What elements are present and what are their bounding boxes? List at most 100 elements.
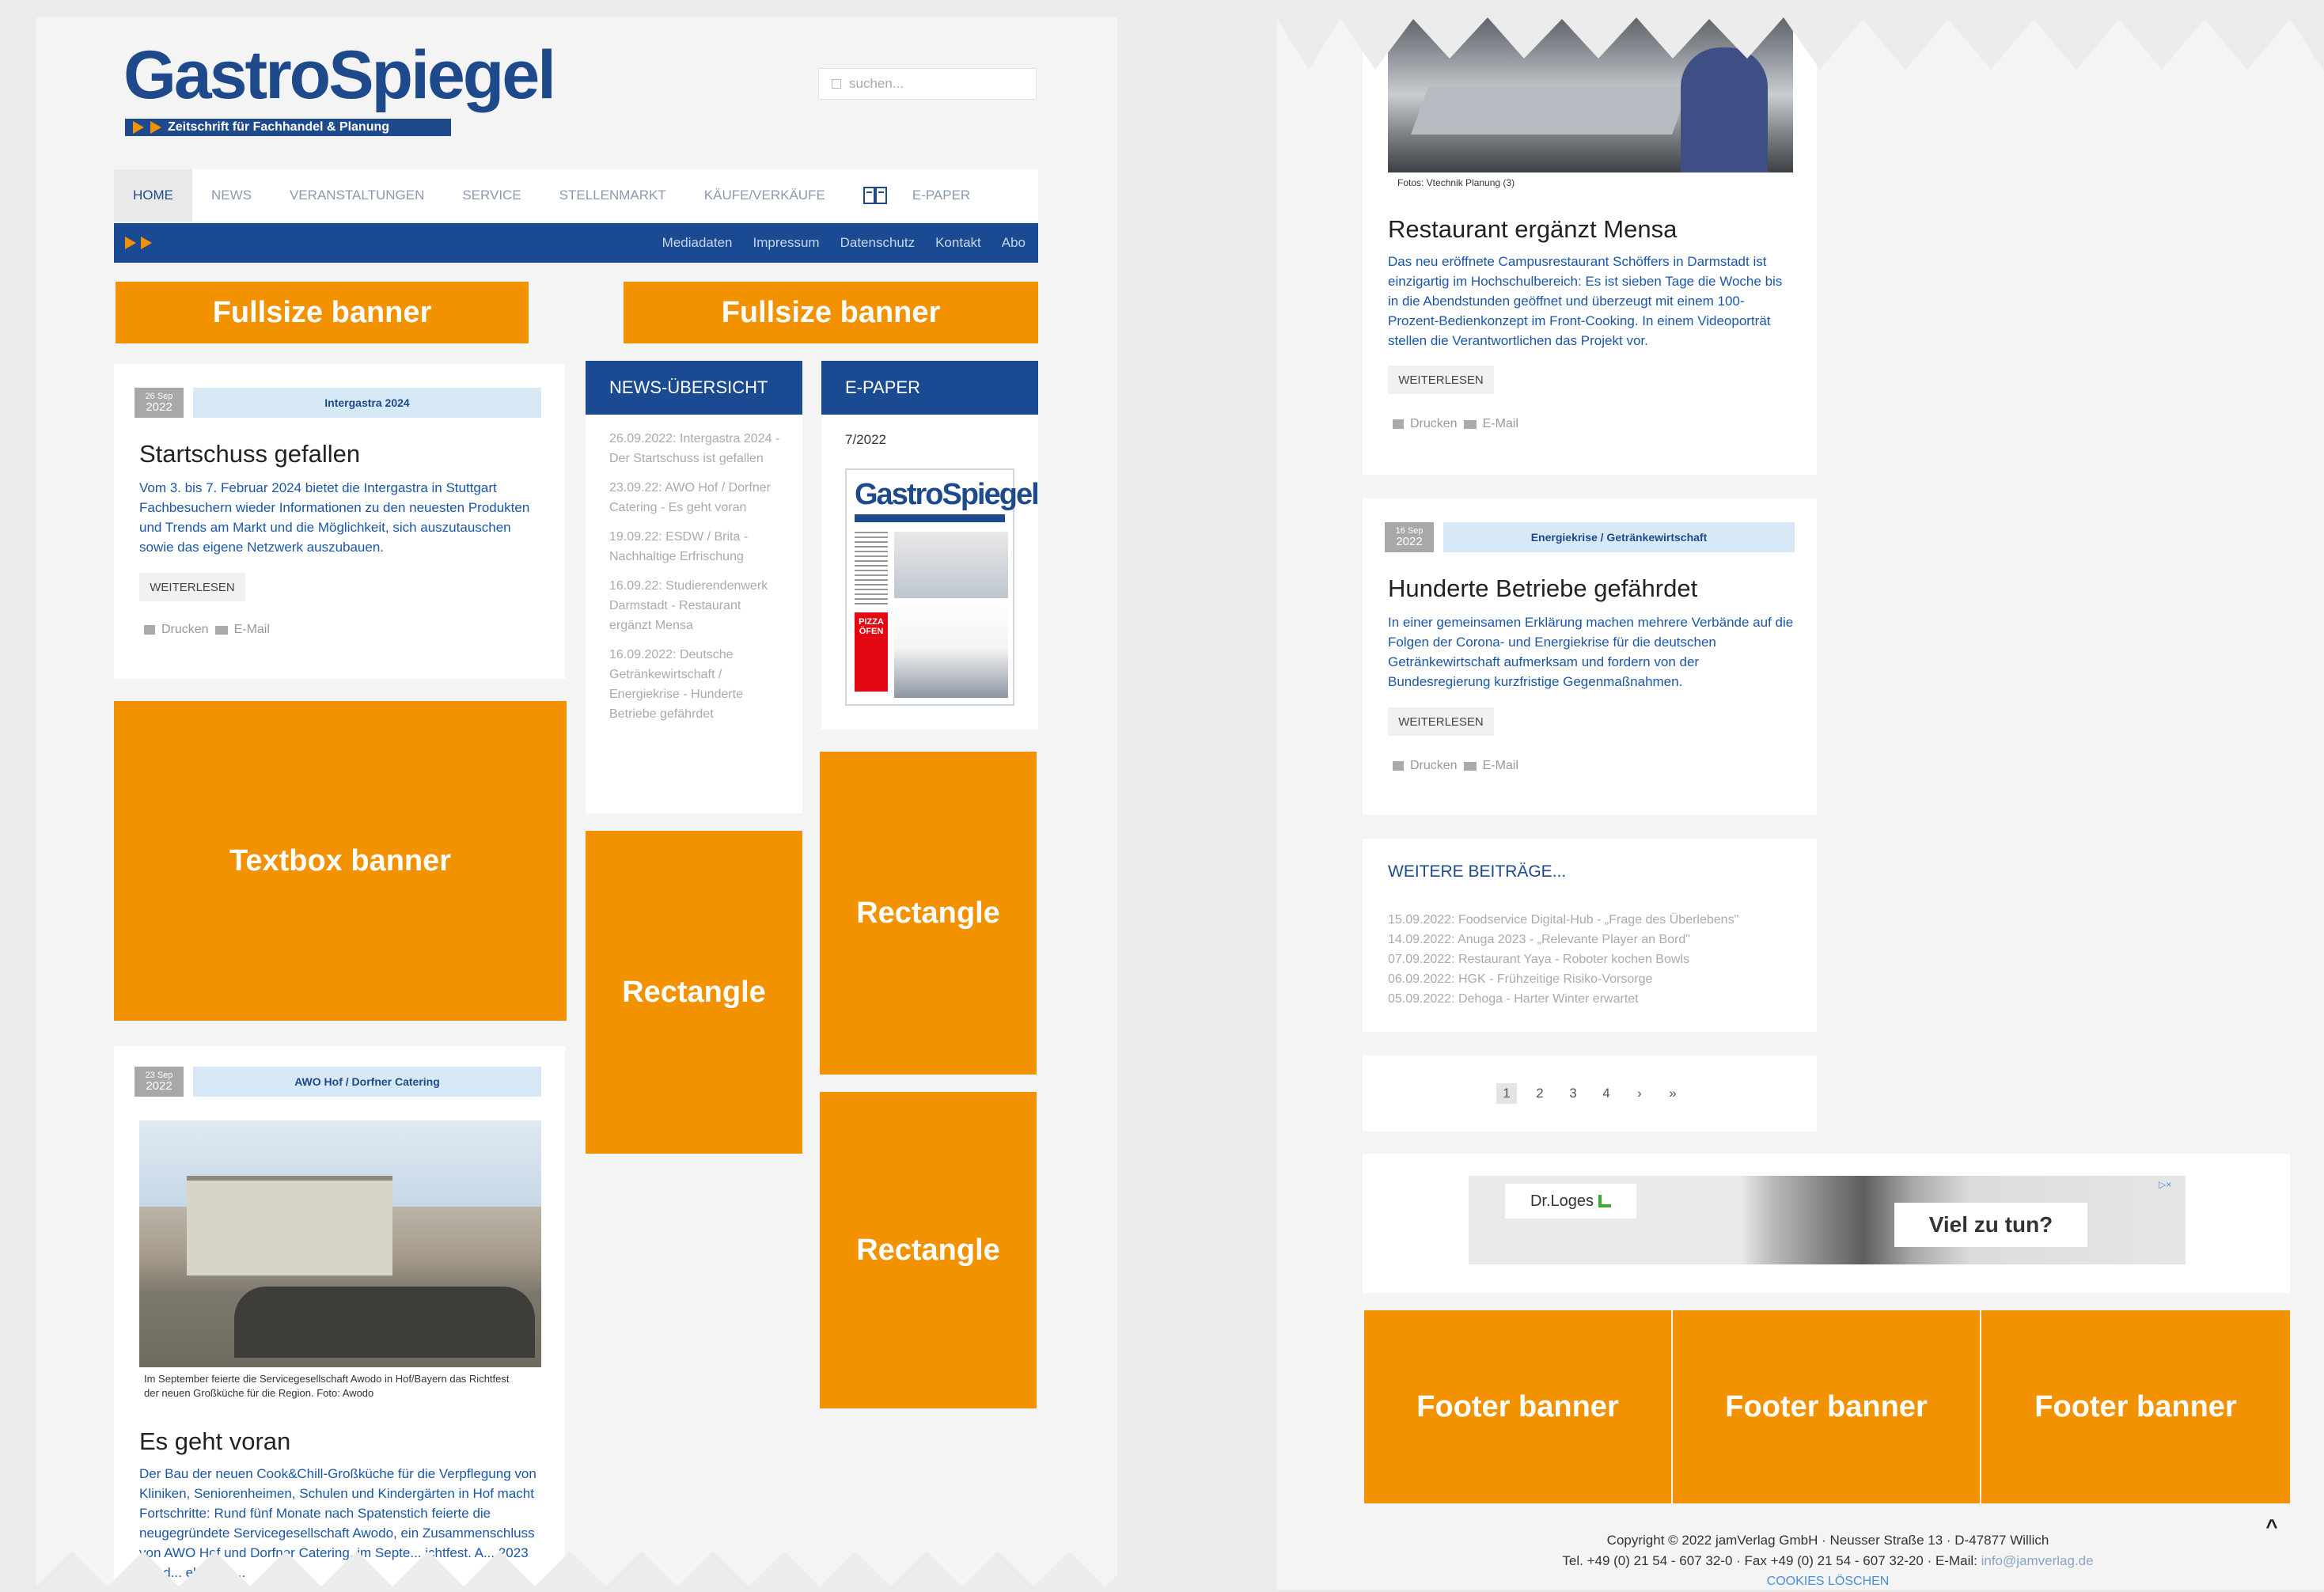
mail-icon: [1463, 761, 1477, 771]
ad-headline: Viel zu tun?: [1894, 1203, 2087, 1247]
more-post-link[interactable]: 14.09.2022: Anuga 2023 - „Relevante Play…: [1388, 930, 1799, 950]
news-overview-title: NEWS-ÜBERSICHT: [586, 361, 802, 415]
article-category[interactable]: Energiekrise / Getränkewirtschaft: [1443, 522, 1795, 552]
fullsize-banner[interactable]: Fullsize banner: [116, 282, 529, 343]
nav-home[interactable]: HOME: [114, 169, 192, 222]
print-icon: [1393, 761, 1404, 771]
article-teaser: Das neu eröffnete Campusrestaurant Schöf…: [1388, 254, 1783, 348]
epaper-title: E-PAPER: [821, 361, 1038, 415]
nav-news[interactable]: NEWS: [192, 188, 271, 203]
email-link[interactable]: E-Mail: [1483, 759, 1518, 773]
footer-banner[interactable]: Footer banner: [1673, 1310, 1980, 1503]
rectangle-banner[interactable]: Rectangle: [586, 831, 802, 1154]
more-post-link[interactable]: 05.09.2022: Dehoga - Harter Winter erwar…: [1388, 989, 1799, 1009]
email-link[interactable]: E-Mail: [234, 623, 270, 637]
footer-email-link[interactable]: info@jamverlag.de: [1981, 1553, 2094, 1568]
more-post-link[interactable]: 06.09.2022: HGK - Frühzeitige Risiko-Vor…: [1388, 969, 1799, 989]
mail-icon: [214, 625, 228, 635]
article-title[interactable]: Es geht voran: [139, 1427, 551, 1459]
nav-stellenmarkt[interactable]: STELLENMARKT: [540, 188, 685, 203]
more-posts-title: WEITERE BEITRÄGE...: [1388, 862, 1567, 881]
subnav-mediadaten[interactable]: Mediadaten: [652, 235, 743, 251]
subnav-datenschutz[interactable]: Datenschutz: [830, 235, 926, 251]
rectangle-banner[interactable]: Rectangle: [820, 1092, 1037, 1408]
article-teaser: Vom 3. bis 7. Februar 2024 bietet die In…: [139, 480, 530, 555]
page-next[interactable]: ›: [1629, 1083, 1650, 1104]
nav-epaper[interactable]: E-PAPER: [844, 185, 1008, 206]
print-link[interactable]: Drucken: [1410, 417, 1458, 431]
image-caption: Im September feierte die Servicegesellsc…: [144, 1373, 510, 1399]
article-tools: Drucken E-Mail: [144, 620, 350, 639]
nav-service[interactable]: SERVICE: [443, 188, 540, 203]
ad-choices-icon[interactable]: ▷×: [2159, 1179, 2181, 1190]
brand-mark-icon: [1598, 1195, 1612, 1207]
back-to-top-button[interactable]: ^: [2260, 1514, 2284, 1538]
tagline-text: Zeitschrift für Fachhandel & Planung: [168, 120, 390, 134]
rectangle-banner[interactable]: Rectangle: [820, 752, 1037, 1075]
search-icon: [832, 79, 841, 89]
site-logo[interactable]: GastroSpiegel: [123, 41, 556, 114]
print-link[interactable]: Drucken: [1410, 759, 1458, 773]
cover-image: [894, 532, 1008, 698]
news-link[interactable]: 23.09.22: AWO Hof / Dorfner Catering - E…: [609, 478, 780, 517]
news-link[interactable]: 16.09.2022: Deutsche Getränkewirtschaft …: [609, 645, 780, 724]
building-shape: [187, 1176, 392, 1275]
ad-banner[interactable]: Dr.Loges Viel zu tun? ▷×: [1469, 1176, 2186, 1264]
mail-icon: [1463, 419, 1477, 429]
more-post-link[interactable]: 07.09.2022: Restaurant Yaya - Roboter ko…: [1388, 950, 1799, 969]
arrow-icon: [133, 121, 144, 134]
footer: Copyright © 2022 jamVerlag GmbH · Neusse…: [1503, 1530, 2152, 1590]
page-1[interactable]: 1: [1496, 1083, 1517, 1104]
nav-veranstaltungen[interactable]: VERANSTALTUNGEN: [271, 188, 443, 203]
epaper-cover[interactable]: GastroSpiegel PIZZA ÖFEN: [845, 468, 1040, 706]
arrow-icon: [141, 237, 152, 249]
arrow-icon: [150, 121, 161, 134]
more-posts-list: 15.09.2022: Foodservice Digital-Hub - „F…: [1388, 910, 1799, 1013]
print-link[interactable]: Drucken: [161, 623, 209, 637]
email-link[interactable]: E-Mail: [1483, 417, 1518, 431]
article-title[interactable]: Hunderte Betriebe gefährdet: [1388, 574, 1799, 606]
page-last[interactable]: »: [1662, 1083, 1683, 1104]
article-image[interactable]: [139, 1120, 541, 1367]
footer-contact: Tel. +49 (0) 21 54 - 607 32-0 · Fax +49 …: [1562, 1553, 2094, 1568]
read-more-button[interactable]: WEITERLESEN: [1388, 707, 1494, 736]
article-title[interactable]: Restaurant ergänzt Mensa: [1388, 215, 1799, 247]
ad-brand: Dr.Loges: [1505, 1184, 1636, 1219]
arrow-icon: [125, 237, 136, 249]
sub-nav: Mediadaten Impressum Datenschutz Kontakt…: [114, 223, 1038, 263]
news-overview-list: 26.09.2022: Intergastra 2024 - Der Start…: [609, 429, 780, 801]
article-date: 16 Sep 2022: [1385, 522, 1434, 552]
torn-edge: [36, 1551, 1117, 1590]
site-logo-tagline: Zeitschrift für Fachhandel & Planung: [125, 119, 451, 136]
footer-banner[interactable]: Footer banner: [1364, 1310, 1671, 1503]
counter-shape: [1411, 87, 1689, 135]
fullsize-banner[interactable]: Fullsize banner: [624, 282, 1038, 343]
article-date: 23 Sep 2022: [135, 1067, 184, 1097]
read-more-button[interactable]: WEITERLESEN: [1388, 366, 1494, 394]
page-4[interactable]: 4: [1596, 1083, 1617, 1104]
news-link[interactable]: 26.09.2022: Intergastra 2024 - Der Start…: [609, 429, 780, 468]
search-placeholder: suchen...: [849, 76, 904, 91]
article-tools: Drucken E-Mail: [1393, 756, 1598, 775]
article-title[interactable]: Startschuss gefallen: [139, 440, 551, 472]
subnav-abo[interactable]: Abo: [991, 235, 1038, 251]
article-teaser: In einer gemeinsamen Erklärung machen me…: [1388, 615, 1794, 689]
page-2[interactable]: 2: [1530, 1083, 1550, 1104]
image-caption: Fotos: Vtechnik Planung (3): [1397, 177, 1515, 188]
cookies-delete-link[interactable]: COOKIES LÖSCHEN: [1503, 1571, 2152, 1592]
page-3[interactable]: 3: [1563, 1083, 1583, 1104]
search-input[interactable]: suchen...: [818, 68, 1037, 100]
more-post-link[interactable]: 15.09.2022: Foodservice Digital-Hub - „F…: [1388, 910, 1799, 930]
cover-band: [855, 514, 1005, 522]
footer-banner[interactable]: Footer banner: [1981, 1310, 2290, 1503]
news-link[interactable]: 16.09.22: Studierendenwerk Darmstadt - R…: [609, 576, 780, 635]
article-category[interactable]: Intergastra 2024: [193, 388, 541, 418]
subnav-kontakt[interactable]: Kontakt: [925, 235, 991, 251]
cover-text-column: [855, 532, 888, 608]
nav-kaeufe-verkaeufe[interactable]: KÄUFE/VERKÄUFE: [685, 188, 844, 203]
news-link[interactable]: 19.09.22: ESDW / Brita - Nachhaltige Erf…: [609, 527, 780, 567]
read-more-button[interactable]: WEITERLESEN: [139, 573, 245, 601]
subnav-impressum[interactable]: Impressum: [743, 235, 830, 251]
article-category[interactable]: AWO Hof / Dorfner Catering: [193, 1067, 541, 1097]
textbox-banner[interactable]: Textbox banner: [114, 701, 567, 1021]
